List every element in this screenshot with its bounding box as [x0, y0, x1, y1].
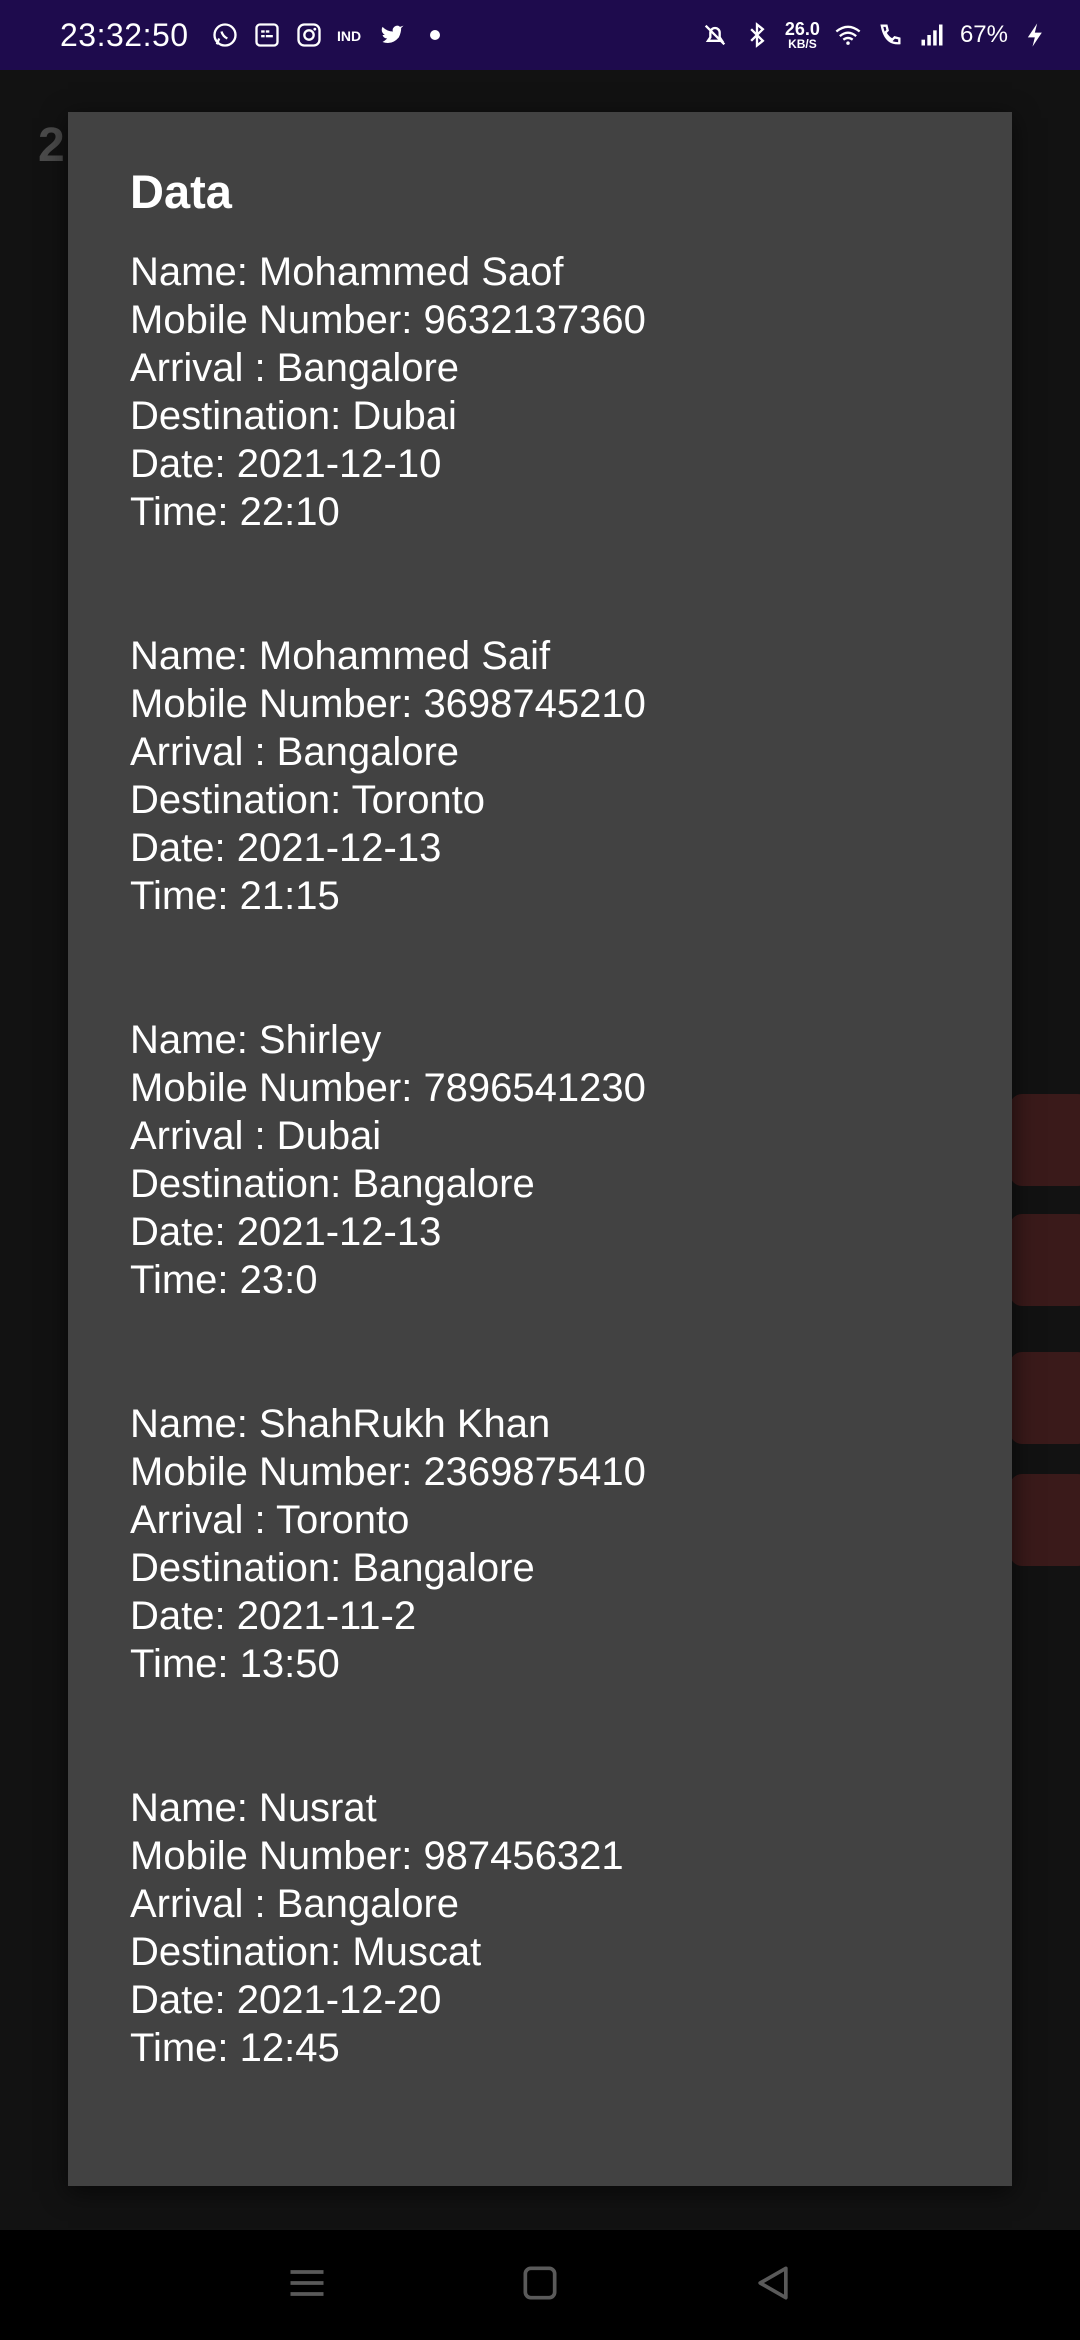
record-destination: Destination: Bangalore	[130, 1162, 535, 1206]
record-destination: Destination: Muscat	[130, 1930, 482, 1974]
record-name: Name: Nusrat	[130, 1786, 377, 1830]
record-date: Date: 2021-12-10	[130, 442, 442, 486]
record-mobile: Mobile Number: 9632137360	[130, 298, 646, 342]
bluetooth-icon	[743, 21, 771, 49]
whatsapp-icon	[211, 21, 239, 49]
record-date: Date: 2021-11-2	[130, 1594, 417, 1638]
network-speed: 26.0 KB/S	[785, 20, 820, 50]
background-heading: 2	[38, 119, 65, 172]
record-time: Time: 21:15	[130, 874, 340, 918]
record-destination: Destination: Toronto	[130, 778, 486, 822]
record-item: Name: Nusrat Mobile Number: 987456321 Ar…	[130, 1784, 950, 2072]
battery-percent: 67%	[959, 21, 1008, 48]
wifi-call-icon	[876, 21, 904, 49]
record-date: Date: 2021-12-13	[130, 826, 442, 870]
record-item: Name: Shirley Mobile Number: 7896541230 …	[130, 1016, 950, 1304]
record-arrival: Arrival : Bangalore	[130, 730, 460, 774]
record-time: Time: 23:0	[130, 1258, 318, 1302]
background-button	[1010, 1352, 1080, 1444]
dialog-title: Data	[130, 165, 232, 218]
record-date: Date: 2021-12-13	[130, 1210, 442, 1254]
svg-text:IND: IND	[337, 28, 361, 44]
status-time: 23:32:50	[60, 16, 189, 53]
record-mobile: Mobile Number: 7896541230	[130, 1066, 646, 1110]
indigo-icon: IND	[337, 21, 365, 49]
record-time: Time: 22:10	[130, 490, 340, 534]
record-arrival: Arrival : Bangalore	[130, 346, 460, 390]
mute-bell-icon	[701, 21, 729, 49]
back-icon[interactable]	[751, 2261, 795, 2310]
network-speed-unit: KB/S	[788, 37, 817, 51]
charging-icon	[1022, 21, 1050, 49]
signal-icon	[918, 21, 946, 49]
record-mobile: Mobile Number: 2369875410	[130, 1450, 646, 1494]
record-destination: Destination: Dubai	[130, 394, 457, 438]
background-button	[1010, 1094, 1080, 1186]
record-name: Name: Mohammed Saif	[130, 634, 551, 678]
home-icon[interactable]	[518, 2261, 562, 2310]
background-button	[1010, 1474, 1080, 1566]
record-destination: Destination: Bangalore	[130, 1546, 535, 1590]
navigation-bar	[0, 2230, 1080, 2340]
record-name: Name: ShahRukh Khan	[130, 1402, 551, 1446]
data-dialog: Data Name: Mohammed Saof Mobile Number: …	[68, 112, 1012, 2186]
record-name: Name: Mohammed Saof	[130, 250, 564, 294]
wifi-icon	[834, 21, 862, 49]
twitter-icon	[379, 21, 407, 49]
record-date: Date: 2021-12-20	[130, 1978, 442, 2022]
record-arrival: Arrival : Toronto	[130, 1498, 410, 1542]
record-time: Time: 12:45	[130, 2026, 340, 2070]
background-button	[1010, 1214, 1080, 1306]
notification-icons: IND	[211, 21, 449, 49]
record-item: Name: Mohammed Saif Mobile Number: 36987…	[130, 632, 950, 920]
network-speed-value: 26.0	[784, 19, 820, 39]
status-bar: 23:32:50 IND 26.0 KB/S 67%	[0, 0, 1080, 70]
dot-icon	[421, 21, 449, 49]
system-icons: 26.0 KB/S 67%	[701, 20, 1050, 50]
menu-icon[interactable]	[285, 2261, 329, 2310]
record-name: Name: Shirley	[130, 1018, 382, 1062]
record-mobile: Mobile Number: 987456321	[130, 1834, 624, 1878]
record-list: Name: Mohammed Saof Mobile Number: 96321…	[130, 248, 950, 2168]
record-arrival: Arrival : Dubai	[130, 1114, 382, 1158]
record-mobile: Mobile Number: 3698745210	[130, 682, 646, 726]
record-item: Name: Mohammed Saof Mobile Number: 96321…	[130, 248, 950, 536]
record-arrival: Arrival : Bangalore	[130, 1882, 460, 1926]
record-time: Time: 13:50	[130, 1642, 340, 1686]
record-item: Name: ShahRukh Khan Mobile Number: 23698…	[130, 1400, 950, 1688]
instagram-icon	[295, 21, 323, 49]
messages-icon	[253, 21, 281, 49]
